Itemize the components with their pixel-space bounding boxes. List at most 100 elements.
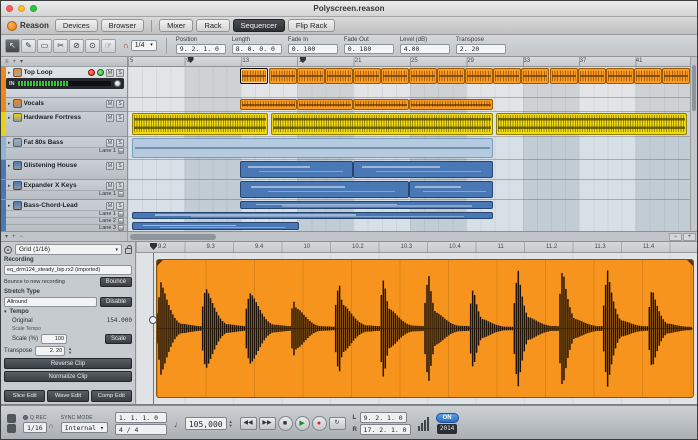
fast-forward-button[interactable]: ▶▶: [259, 417, 276, 430]
solo-button[interactable]: S: [116, 100, 124, 108]
zoom-in-button[interactable]: +: [683, 233, 696, 241]
clip[interactable]: [381, 68, 409, 84]
track-collapse-icon[interactable]: ▸: [8, 70, 11, 76]
lane-mute-button[interactable]: M: [118, 225, 124, 231]
disable-stretch-button[interactable]: Disable: [100, 297, 132, 307]
tool-pencil[interactable]: ✎: [21, 39, 36, 53]
close-window-button[interactable]: [6, 5, 13, 12]
follow-song-icon[interactable]: [4, 246, 12, 254]
reverse-clip-button[interactable]: Reverse Clip: [4, 358, 132, 369]
track-collapse-icon[interactable]: ▸: [8, 101, 11, 107]
tap-tempo-icon[interactable]: ♩: [174, 419, 183, 429]
clip[interactable]: [606, 68, 634, 84]
tempo-stepper[interactable]: ▲▼: [229, 420, 233, 428]
add-lane-icon[interactable]: +: [12, 234, 16, 240]
normalize-clip-button[interactable]: Normalize Clip: [4, 371, 132, 382]
zoom-out-button[interactable]: −: [669, 233, 682, 241]
delete-lane-icon[interactable]: −: [20, 234, 24, 240]
solo-button[interactable]: S: [116, 114, 124, 122]
clip[interactable]: [409, 99, 493, 110]
filter-icon[interactable]: ▾: [20, 58, 23, 65]
clip[interactable]: [271, 113, 493, 135]
clip[interactable]: [493, 68, 521, 84]
mute-button[interactable]: M: [106, 69, 114, 77]
tab-wave-edit[interactable]: Wave Edit: [47, 390, 88, 402]
loop-left-display[interactable]: 9. 2. 1. 0: [360, 412, 407, 423]
bounce-button[interactable]: Bounce: [100, 277, 132, 287]
editor-canvas[interactable]: [136, 253, 697, 404]
clip[interactable]: [353, 68, 381, 84]
clip[interactable]: [634, 68, 662, 84]
clip[interactable]: [437, 68, 465, 84]
bar-ruler[interactable]: 591317212529333741: [128, 57, 690, 67]
solo-button[interactable]: S: [116, 182, 124, 190]
toolbar-button-devices[interactable]: Devices: [55, 19, 98, 32]
clip[interactable]: [409, 181, 493, 198]
track-row-top-loop[interactable]: ▸Top LoopMSIN: [1, 67, 127, 98]
add-track-icon[interactable]: +: [13, 59, 17, 65]
clip[interactable]: [465, 68, 493, 84]
play-button[interactable]: ▶: [295, 416, 310, 431]
mute-button[interactable]: M: [106, 182, 114, 190]
mute-button[interactable]: M: [106, 100, 114, 108]
solo-button[interactable]: S: [116, 202, 124, 210]
grid-select[interactable]: Grid (1/16)▾: [15, 244, 122, 255]
vertical-scrollbar[interactable]: [690, 57, 697, 231]
toolbar-button-flip-rack[interactable]: Flip Rack: [288, 19, 335, 32]
clip[interactable]: [269, 68, 297, 84]
clip[interactable]: [496, 113, 687, 135]
field-value[interactable]: 9. 2. 1. 0: [176, 44, 226, 54]
collapse-all-icon[interactable]: ▾: [5, 233, 8, 240]
track-row-bass-chord-lead[interactable]: ▸Bass-Chord-LeadMSLane 1MLane 2MLane 3M: [1, 200, 127, 231]
quantize-value-select[interactable]: 1/16: [23, 422, 47, 433]
toolbar-button-mixer[interactable]: Mixer: [159, 19, 193, 32]
scale-pct-field[interactable]: 100: [41, 334, 67, 344]
rewind-button[interactable]: ◀◀: [240, 417, 257, 430]
horizontal-scroll-thumb[interactable]: [130, 234, 216, 241]
vertical-scroll-thumb[interactable]: [692, 65, 696, 111]
track-collapse-icon[interactable]: ▸: [8, 163, 11, 169]
record-button[interactable]: ●: [312, 416, 327, 431]
toolbar-button-rack[interactable]: Rack: [196, 19, 229, 32]
tempo-display[interactable]: 105,000: [185, 417, 227, 430]
loop-right-display[interactable]: 17. 2. 1. 0: [360, 424, 411, 435]
q-rec-led[interactable]: [23, 415, 28, 420]
track-row-expander-x-keys[interactable]: ▸Expander X KeysMSLane 1M: [1, 180, 127, 200]
tool-magnify[interactable]: ⊙: [85, 39, 100, 53]
midi-input-icon[interactable]: [7, 414, 16, 423]
horizontal-scrollbar[interactable]: [128, 232, 669, 241]
stretch-type-select[interactable]: Allround: [4, 297, 97, 307]
menu-icon[interactable]: ≡: [5, 59, 9, 65]
clip[interactable]: [550, 68, 578, 84]
tempo-section-arrow[interactable]: ▾: [4, 309, 7, 315]
zoom-window-button[interactable]: [30, 5, 37, 12]
lane-mute-button[interactable]: M: [118, 191, 124, 197]
arrange-row-hardware-fortress[interactable]: [128, 112, 690, 137]
track-collapse-icon[interactable]: ▸: [8, 183, 11, 189]
tool-mute[interactable]: ⊘: [69, 39, 84, 53]
stop-button[interactable]: ■: [278, 416, 293, 431]
arrange-row-vocals[interactable]: [128, 98, 690, 112]
clip[interactable]: [132, 138, 493, 158]
clip[interactable]: [521, 68, 549, 84]
transpose-stepper[interactable]: ▲▼: [68, 347, 72, 355]
arrangement-lanes[interactable]: [128, 67, 690, 231]
arrange-row-expander-x-keys[interactable]: [128, 180, 690, 200]
clip[interactable]: [240, 161, 352, 178]
lane-mute-button[interactable]: M: [118, 148, 124, 154]
solo-button[interactable]: S: [116, 162, 124, 170]
clip[interactable]: [578, 68, 606, 84]
clip[interactable]: [297, 99, 353, 110]
field-value[interactable]: 8. 0. 0. 0: [232, 44, 282, 54]
tab-slice-edit[interactable]: Slice Edit: [4, 390, 45, 402]
clip[interactable]: [240, 201, 493, 209]
editor-ruler[interactable]: 9.29.39.41010.210.310.41111.211.311.4: [136, 242, 697, 253]
track-row-glistening-house[interactable]: ▸Glistening HouseMS: [1, 160, 127, 180]
toolbar-button-browser[interactable]: Browser: [101, 19, 145, 32]
track-collapse-icon[interactable]: ▸: [8, 115, 11, 121]
clip-start-marker[interactable]: [150, 243, 157, 250]
tool-razor[interactable]: ✂: [53, 39, 68, 53]
clip[interactable]: [240, 68, 268, 84]
track-row-hardware-fortress[interactable]: ▸Hardware FortressMS: [1, 112, 127, 137]
tab-comp-edit[interactable]: Comp Edit: [91, 390, 132, 402]
